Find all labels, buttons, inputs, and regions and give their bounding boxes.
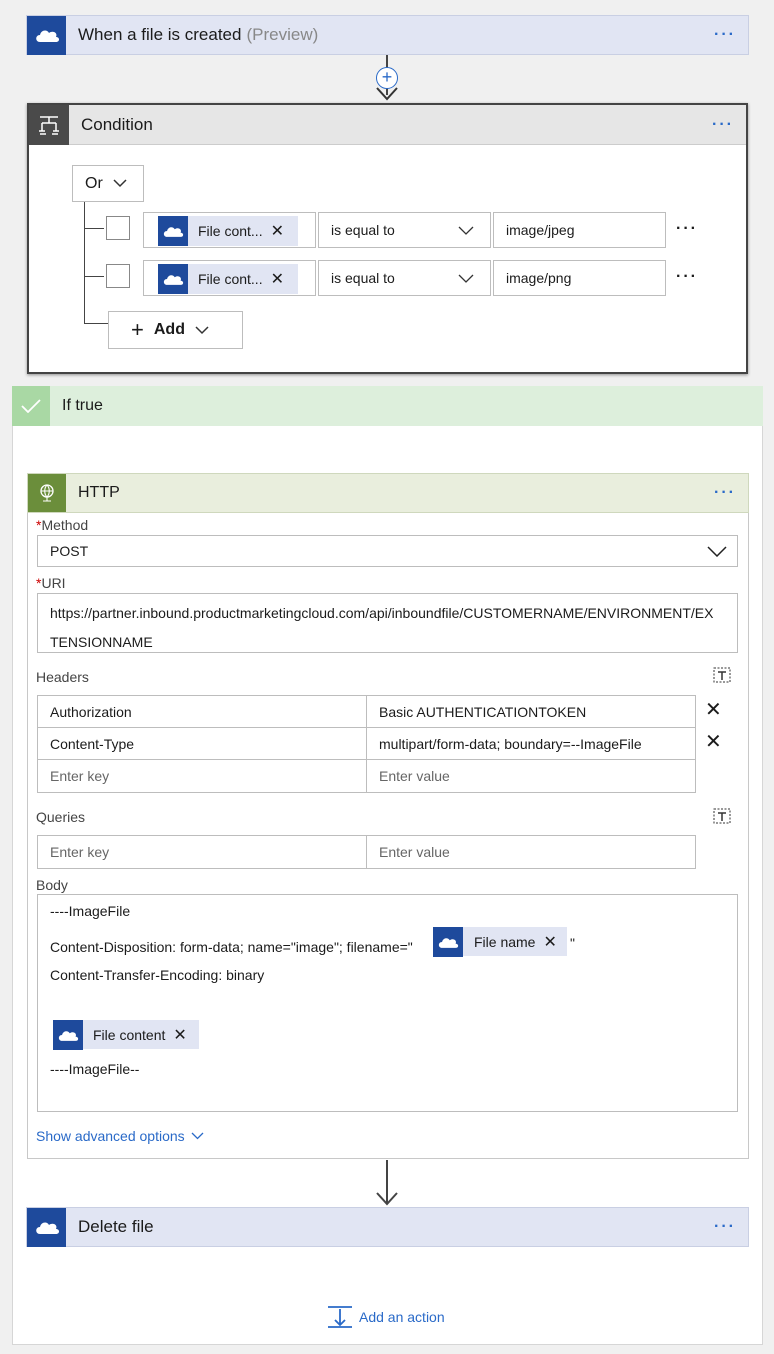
token-label: File name (474, 933, 536, 950)
body-line: " (570, 935, 575, 951)
chevron-down-icon (458, 274, 474, 283)
tree-line (84, 228, 104, 229)
condition-value: image/jpeg (506, 222, 575, 238)
add-label: Add (153, 321, 185, 338)
uri-label: *URI (36, 575, 66, 591)
body-line: Content-Disposition: form-data; name="im… (50, 939, 413, 955)
method-value: POST (50, 543, 89, 559)
body-line: ----ImageFile-- (50, 1061, 140, 1077)
body-line: ----ImageFile (50, 903, 131, 919)
onedrive-icon (27, 1207, 66, 1247)
uri-input[interactable]: https://partner.inbound.productmarketing… (37, 593, 738, 653)
if-true-header[interactable]: If true (12, 386, 763, 426)
file-content-token[interactable]: File content ✕ (53, 1019, 199, 1050)
trigger-preview-label: (Preview) (246, 25, 319, 44)
condition-more-button[interactable]: ··· (712, 116, 734, 134)
query-value-input[interactable]: Enter value (366, 835, 696, 869)
arrow-down-icon (376, 87, 398, 101)
token-label: File cont... (198, 223, 263, 239)
condition-icon (29, 104, 69, 145)
file-content-token[interactable]: File cont... ✕ (158, 216, 298, 246)
body-line: Content-Transfer-Encoding: binary (50, 967, 265, 983)
checkmark-icon (12, 386, 50, 426)
delete-file-card-header[interactable]: Delete file ··· (26, 1207, 749, 1247)
delete-file-more-button[interactable]: ··· (714, 1218, 736, 1236)
http-more-button[interactable]: ··· (714, 484, 736, 502)
token-label: File content (93, 1026, 166, 1043)
onedrive-icon (433, 926, 463, 957)
header-key-input[interactable]: Content-Type (37, 727, 367, 760)
operator-dropdown[interactable]: is equal to (318, 212, 491, 248)
onedrive-icon (158, 216, 188, 246)
body-label: Body (36, 877, 68, 893)
switch-to-text-mode-icon[interactable] (713, 806, 731, 824)
add-condition-button[interactable]: + Add (108, 311, 243, 349)
chevron-down-icon (458, 226, 474, 235)
operator-value: is equal to (331, 222, 395, 238)
http-title: HTTP (78, 484, 120, 501)
condition-value-input[interactable]: image/jpeg (493, 212, 666, 248)
onedrive-icon (27, 15, 66, 55)
header-key-input[interactable]: Authorization (37, 695, 367, 728)
remove-token-icon[interactable]: ✕ (543, 932, 556, 952)
add-action-icon (328, 1306, 352, 1328)
header-value-input[interactable]: Basic AUTHENTICATIONTOKEN (366, 695, 696, 728)
http-card-header[interactable]: HTTP ··· (27, 473, 749, 513)
group-operator-dropdown[interactable]: Or (72, 165, 144, 202)
show-advanced-options-link[interactable]: Show advanced options (36, 1128, 204, 1144)
token-label: File cont... (198, 271, 263, 287)
chevron-down-icon (113, 179, 127, 188)
delete-header-icon[interactable]: ✕ (705, 729, 722, 754)
arrow-down-icon (376, 1192, 398, 1206)
file-name-token[interactable]: File name ✕ (433, 926, 567, 957)
query-key-input[interactable]: Enter key (37, 835, 367, 869)
condition-title: Condition (81, 114, 153, 134)
http-globe-icon (28, 474, 66, 512)
queries-label: Queries (36, 809, 86, 825)
header-value-input[interactable]: multipart/form-data; boundary=--ImageFil… (366, 727, 696, 760)
method-label: *Method (36, 517, 89, 533)
row-checkbox[interactable] (106, 216, 130, 240)
onedrive-icon (53, 1019, 83, 1050)
tree-line (84, 323, 108, 324)
headers-label: Headers (36, 669, 89, 685)
trigger-card-header[interactable]: When a file is created (Preview) ··· (26, 15, 749, 55)
tree-line (84, 202, 85, 323)
group-operator-value: Or (85, 174, 103, 192)
condition-value-input[interactable]: image/png (493, 260, 666, 296)
method-dropdown[interactable]: POST (37, 535, 738, 567)
delete-header-icon[interactable]: ✕ (705, 697, 722, 722)
row-more-button[interactable]: ··· (676, 268, 698, 286)
operator-dropdown[interactable]: is equal to (318, 260, 491, 296)
remove-token-icon[interactable]: ✕ (271, 221, 284, 241)
operator-value: is equal to (331, 270, 395, 286)
chevron-down-icon (191, 1132, 204, 1140)
remove-token-icon[interactable]: ✕ (173, 1025, 186, 1045)
condition-value: image/png (506, 270, 572, 286)
plus-icon: + (131, 317, 144, 342)
add-action-button[interactable]: Add an action (327, 1305, 445, 1329)
if-true-title: If true (62, 397, 103, 414)
uri-line-1: https://partner.inbound.productmarketing… (50, 605, 714, 621)
chevron-down-icon (195, 325, 209, 334)
header-key-input[interactable]: Enter key (37, 759, 367, 793)
uri-line-2: TENSIONNAME (50, 634, 153, 650)
row-more-button[interactable]: ··· (676, 220, 698, 238)
file-content-token[interactable]: File cont... ✕ (158, 264, 298, 294)
trigger-more-button[interactable]: ··· (714, 26, 736, 44)
body-input[interactable] (37, 894, 738, 1112)
tree-line (84, 276, 104, 277)
onedrive-icon (158, 264, 188, 294)
delete-file-title: Delete file (78, 1217, 154, 1236)
remove-token-icon[interactable]: ✕ (271, 269, 284, 289)
condition-card-header[interactable]: Condition ··· (29, 104, 746, 145)
trigger-title: When a file is created (78, 25, 242, 44)
row-checkbox[interactable] (106, 264, 130, 288)
chevron-down-icon (707, 545, 727, 557)
header-value-input[interactable]: Enter value (366, 759, 696, 793)
switch-to-text-mode-icon[interactable] (713, 665, 731, 683)
